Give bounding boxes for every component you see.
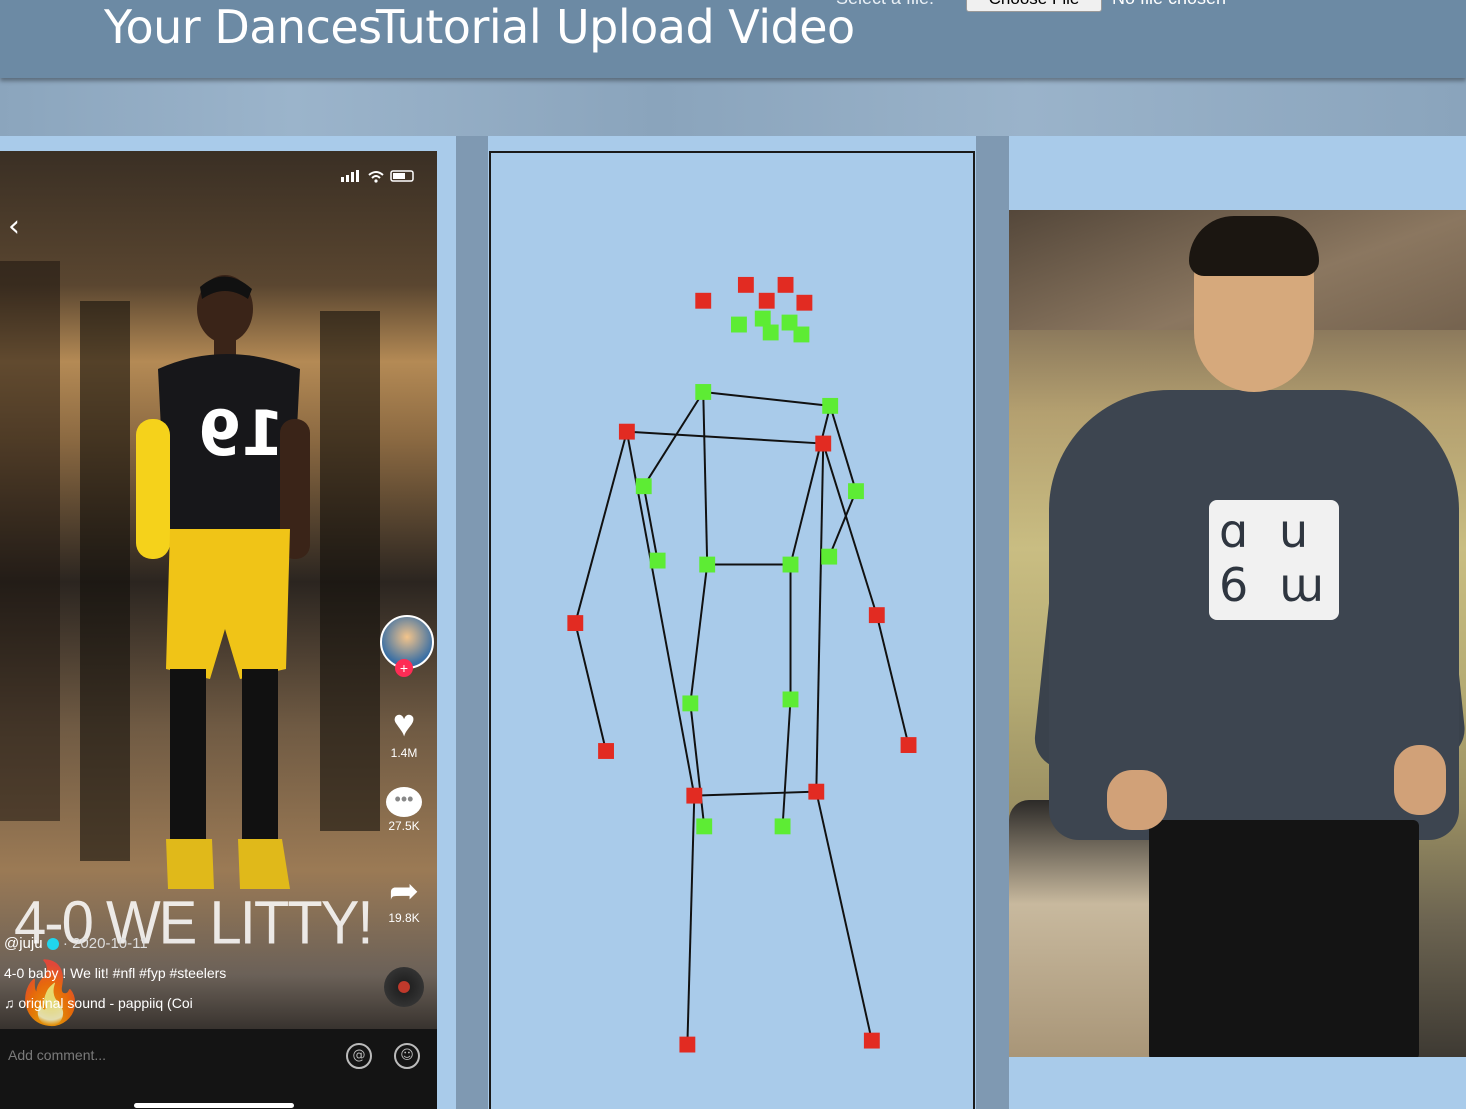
skeleton-bone [703, 390, 831, 407]
mention-icon[interactable]: @ [346, 1043, 372, 1069]
reference-joint-marker [598, 743, 614, 759]
top-nav: Your Dances Tutorial Upload Video Select… [0, 0, 1466, 78]
video-description: 4-0 baby ! We lit! #nfl #fyp #steelers [4, 965, 227, 981]
user-joint-marker [762, 324, 779, 341]
user-joint-marker [793, 326, 810, 343]
reference-video[interactable]: ‹ 19 + ♥ 1.4M ••• 27.5K ➦ 19.8K 4-0 WE L… [0, 151, 437, 1109]
user-joint-marker [649, 552, 666, 569]
reference-joint-marker [758, 292, 775, 309]
jersey-number: 19 [198, 397, 285, 470]
reference-joint-marker [777, 276, 794, 293]
user-joint-marker [782, 556, 799, 573]
skeleton-bone [828, 490, 857, 557]
follow-plus-icon[interactable]: + [395, 659, 413, 677]
comment-icon: ••• [386, 787, 422, 817]
reference-joint-marker [618, 423, 635, 440]
skeleton-bone [642, 486, 659, 561]
comment-button[interactable]: ••• 27.5K [380, 787, 428, 833]
reference-joint-marker [863, 1032, 880, 1049]
user-joint-marker [696, 818, 713, 835]
skeleton-bone [789, 405, 832, 565]
reference-joint-marker [737, 276, 754, 293]
music-note-icon: ♫ [4, 995, 15, 1011]
skeleton-bone [875, 614, 910, 746]
skeleton-bone [702, 391, 709, 565]
webcam-pants [1149, 820, 1419, 1057]
video-username-line: @juju · 2020-10-11 [4, 935, 148, 952]
user-joint-marker [754, 310, 771, 327]
webcam-hand-right [1394, 745, 1446, 815]
reference-joint-marker [900, 737, 917, 753]
locker-frame-right [320, 311, 380, 831]
comment-count: 27.5K [388, 819, 420, 833]
shirt-logo: ɑu 6ɯ [1209, 500, 1339, 620]
like-button[interactable]: ♥ 1.4M [380, 704, 428, 760]
user-joint-marker [682, 695, 699, 712]
skeleton-bone [626, 430, 824, 445]
nav-upload-video[interactable]: Upload Video [556, 0, 855, 56]
home-indicator [134, 1103, 294, 1108]
skeleton-joints [567, 276, 917, 1053]
skeleton-bone [689, 564, 709, 704]
skeleton-bone [815, 791, 873, 1041]
status-bar-icons [341, 170, 414, 183]
user-joint-marker [695, 384, 712, 400]
file-status-text: No file chosen [1112, 0, 1226, 9]
reference-joint-marker [808, 783, 825, 800]
nav-tutorial[interactable]: Tutorial [376, 0, 542, 56]
skeleton-bone [574, 431, 628, 624]
user-joint-marker [774, 818, 791, 835]
webcam-hand-left [1107, 770, 1167, 830]
back-icon[interactable]: ‹ [8, 209, 20, 244]
user-joint-marker [822, 397, 839, 414]
verified-icon [46, 938, 59, 951]
skeleton-bone [574, 622, 608, 752]
file-select-label: Select a file: [836, 0, 934, 9]
user-joint-marker [848, 483, 864, 500]
reference-joint-marker [695, 292, 712, 309]
video-date: · 2020-10-11 [62, 935, 148, 952]
emoji-icon[interactable]: ☺ [394, 1043, 420, 1069]
reference-joint-marker [679, 1036, 696, 1053]
locker-left [0, 261, 60, 821]
reference-joint-marker [686, 787, 703, 804]
header-band [0, 78, 1466, 136]
skeleton-bone [694, 790, 817, 797]
skeleton-bone [689, 703, 706, 827]
heart-icon: ♥ [392, 703, 416, 745]
reference-joint-marker [796, 294, 813, 311]
skeleton-bone [686, 795, 696, 1045]
webcam-hair [1189, 216, 1319, 276]
reference-joint-marker [868, 607, 885, 624]
like-count: 1.4M [390, 746, 418, 760]
skeleton-bone [642, 391, 705, 487]
video-sound: original sound - pappiiq (Coi [18, 995, 193, 1011]
user-joint-marker [821, 548, 838, 565]
skeleton-bone [815, 443, 825, 792]
pose-skeleton-canvas [489, 151, 975, 1109]
comment-bar: Add comment... @ ☺ [0, 1029, 437, 1109]
video-username[interactable]: @juju [4, 935, 43, 952]
user-joint-marker [731, 316, 747, 333]
reference-joint-marker [815, 435, 832, 452]
creator-avatar[interactable]: + [380, 615, 434, 677]
nav-your-dances[interactable]: Your Dances [104, 0, 382, 56]
skeleton-bone [781, 699, 792, 827]
comment-input[interactable]: Add comment... [8, 1047, 106, 1063]
locker-frame [80, 301, 130, 861]
user-joint-marker [782, 691, 799, 708]
player-figure [136, 275, 310, 889]
reference-joint-marker [567, 615, 584, 631]
user-joint-marker [699, 556, 716, 573]
choose-file-button[interactable]: Choose File [966, 0, 1102, 12]
webcam-feed: ɑu 6ɯ [1009, 210, 1466, 1057]
video-sound-line[interactable]: ♫ original sound - pappiiq (Coi [4, 995, 193, 1011]
user-joint-marker [635, 478, 652, 495]
